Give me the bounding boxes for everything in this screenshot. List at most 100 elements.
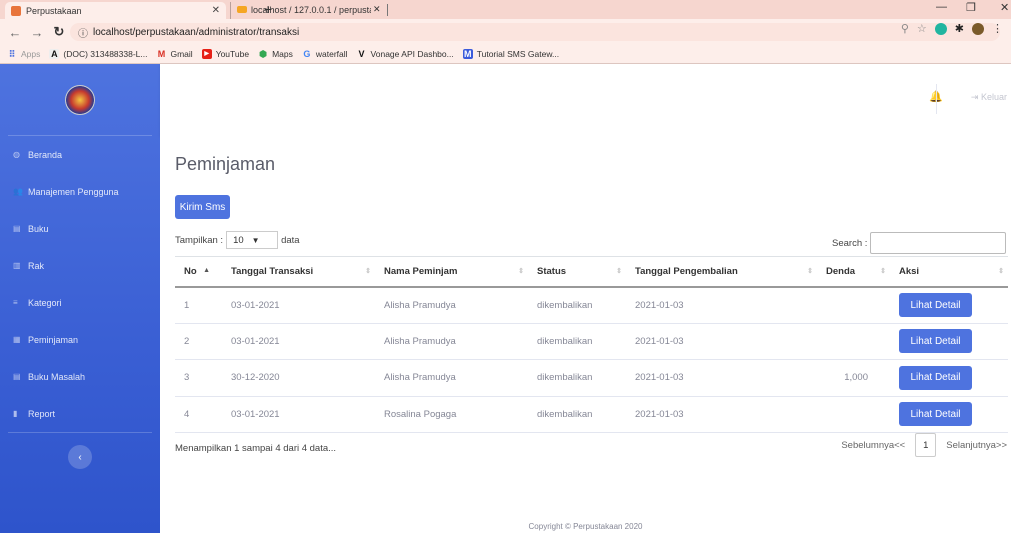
pagination-page[interactable]: 1 [915, 433, 937, 457]
sidebar-item-peminjaman[interactable]: ▦ Peminjaman [0, 321, 160, 358]
sidebar-item-kategori[interactable]: ≡ Kategori [0, 284, 160, 321]
close-window-icon[interactable]: ✕ [1000, 1, 1009, 14]
browser-tab-2[interactable]: localhost / 127.0.0.1 / perpustaka ✕ [237, 0, 388, 19]
forward-icon[interactable]: → [30, 25, 44, 40]
sort-icon: ⇕ [616, 268, 622, 275]
apps-grid-icon: ⠿ [8, 49, 16, 59]
send-sms-button[interactable]: Kirim Sms [175, 195, 230, 219]
book-problem-icon: ▤ [13, 372, 21, 381]
users-icon: 👥 [13, 187, 23, 196]
topbar-divider [936, 84, 937, 114]
back-icon[interactable]: ← [8, 25, 22, 40]
column-header-aksi[interactable]: Aksi ⇕ [890, 256, 1008, 288]
sidebar-item-manajemen-pengguna[interactable]: 👥 Manajemen Pengguna [0, 173, 160, 210]
loans-table: No ▲ Tanggal Transaksi ⇕ Nama Peminjam ⇕ St… [175, 256, 1008, 433]
bookmark-tutorial[interactable]: M Tutorial SMS Gatew... [462, 49, 559, 59]
table-header-row: No ▲ Tanggal Transaksi ⇕ Nama Peminjam ⇕ St… [175, 256, 1008, 288]
column-header-nama-peminjam[interactable]: Nama Peminjam ⇕ [375, 256, 528, 288]
column-header-status[interactable]: Status ⇕ [528, 256, 626, 288]
vonage-icon: V [358, 49, 365, 59]
length-suffix: data [281, 234, 300, 246]
star-icon[interactable]: ☆ [917, 22, 927, 35]
column-header-no[interactable]: No ▲ [175, 256, 222, 288]
bookmark-gmail[interactable]: M Gmail [156, 49, 193, 59]
bookmark-doc[interactable]: A (DOC) 313488338-L... [49, 49, 147, 59]
cell-aksi: Lihat Detail [890, 286, 1008, 324]
dashboard-icon: ◍ [13, 150, 20, 159]
reload-icon[interactable]: ↻ [52, 24, 66, 40]
page-length-control: Tampilkan : 10 ▼ data [175, 231, 300, 249]
sidebar-item-rak[interactable]: ▥ Rak [0, 247, 160, 284]
bookmark-youtube[interactable]: ▶ YouTube [201, 49, 249, 59]
url-field[interactable]: ⓘ localhost/perpustakaan/administrator/t… [70, 23, 1000, 41]
bookmark-vonage[interactable]: V Vonage API Dashbo... [357, 49, 454, 59]
pagination-next[interactable]: Selanjutnya>> [946, 440, 1007, 451]
table-row: 4 03-01-2021 Rosalina Pogaga dikembalika… [175, 396, 1008, 433]
sort-icon: ⇕ [807, 268, 813, 275]
cell-tanggal-transaksi: 03-01-2021 [222, 286, 375, 324]
info-icon[interactable]: ⓘ [78, 25, 88, 40]
medium-icon: M [462, 49, 473, 59]
logout-icon: ⇥ [970, 92, 979, 102]
book-icon: ▤ [13, 224, 21, 233]
browser-tab-active[interactable]: Perpustakaan ✕ [5, 2, 226, 19]
sidebar-brand[interactable] [8, 64, 152, 136]
cell-aksi: Lihat Detail [890, 323, 1008, 360]
bookmark-maps[interactable]: ⬢ Maps [258, 49, 293, 59]
shelf-icon: ▥ [13, 261, 21, 270]
close-tab-icon[interactable]: ✕ [212, 5, 220, 16]
page-length-select[interactable]: 10 ▼ [226, 231, 279, 249]
view-detail-button[interactable]: Lihat Detail [899, 329, 972, 354]
column-label: Aksi [899, 265, 920, 277]
favicon-icon [11, 5, 21, 16]
google-icon: G [303, 49, 311, 59]
sidebar-item-buku-masalah[interactable]: ▤ Buku Masalah [0, 358, 160, 395]
cell-tanggal-pengembalian: 2021-01-03 [626, 359, 817, 397]
sidebar-item-label: Manajemen Pengguna [28, 186, 119, 197]
restore-icon[interactable]: ❐ [966, 1, 976, 14]
column-header-denda[interactable]: Denda ⇕ [817, 256, 890, 288]
sidebar-item-beranda[interactable]: ◍ Beranda [0, 136, 160, 173]
column-label: Denda [826, 265, 856, 277]
puzzle-icon[interactable]: ✱ [955, 22, 964, 35]
sidebar-toggle-button[interactable]: ‹ [68, 445, 92, 469]
view-detail-button[interactable]: Lihat Detail [899, 402, 972, 427]
sidebar-divider [8, 432, 152, 433]
column-label: No [184, 265, 197, 277]
address-bar-row: ← → ↻ ⓘ localhost/perpustakaan/administr… [0, 19, 1011, 45]
pagination-prev[interactable]: Sebelumnya<< [841, 440, 905, 451]
sort-icon: ⇕ [998, 268, 1004, 275]
logout-link[interactable]: ⇥ Keluar [971, 92, 1007, 103]
extension-m-icon[interactable] [934, 22, 947, 35]
sort-icon: ⇕ [880, 268, 886, 275]
pagination: Sebelumnya<< 1 Selanjutnya>> [841, 433, 1007, 457]
chevron-down-icon: ▼ [251, 235, 260, 245]
sidebar-item-buku[interactable]: ▤ Buku [0, 210, 160, 247]
cell-status: dikembalikan [528, 359, 626, 397]
sidebar-item-report[interactable]: ▮ Report [0, 395, 160, 432]
cell-denda: 1,000 [817, 359, 890, 397]
page-length-value: 10 [233, 234, 244, 246]
search-input[interactable] [870, 232, 1007, 254]
table-row: 2 03-01-2021 Alisha Pramudya dikembalika… [175, 323, 1008, 360]
column-header-tanggal-pengembalian[interactable]: Tanggal Pengembalian ⇕ [626, 256, 817, 288]
bookmark-waterfall[interactable]: G waterfall [302, 49, 347, 59]
view-detail-button[interactable]: Lihat Detail [899, 365, 972, 390]
bookmark-label: Apps [21, 49, 41, 59]
sidebar-item-label: Buku Masalah [28, 371, 86, 382]
view-detail-button[interactable]: Lihat Detail [899, 293, 972, 317]
zoom-icon[interactable]: ⚲ [901, 22, 909, 35]
bookmark-apps[interactable]: ⠿ Apps [7, 49, 41, 59]
column-label: Tanggal Transaksi [231, 265, 314, 277]
sidebar-item-label: Beranda [28, 149, 63, 160]
column-header-tanggal-transaksi[interactable]: Tanggal Transaksi ⇕ [222, 256, 375, 288]
cell-no: 2 [175, 323, 222, 360]
tab-title: localhost / 127.0.0.1 / perpustaka [251, 4, 371, 15]
close-tab-icon[interactable]: ✕ [373, 4, 381, 15]
bookmarks-bar: ⠿ Apps A (DOC) 313488338-L... M Gmail ▶ … [0, 45, 1011, 64]
sort-icon: ⇕ [365, 268, 371, 275]
menu-dots-icon[interactable]: ⋮ [992, 22, 1003, 35]
profile-avatar-icon[interactable] [972, 22, 984, 35]
toolbar-icons: ⚲ ☆ ✱ ⋮ [901, 22, 1003, 35]
minimize-icon[interactable]: — [936, 1, 947, 13]
